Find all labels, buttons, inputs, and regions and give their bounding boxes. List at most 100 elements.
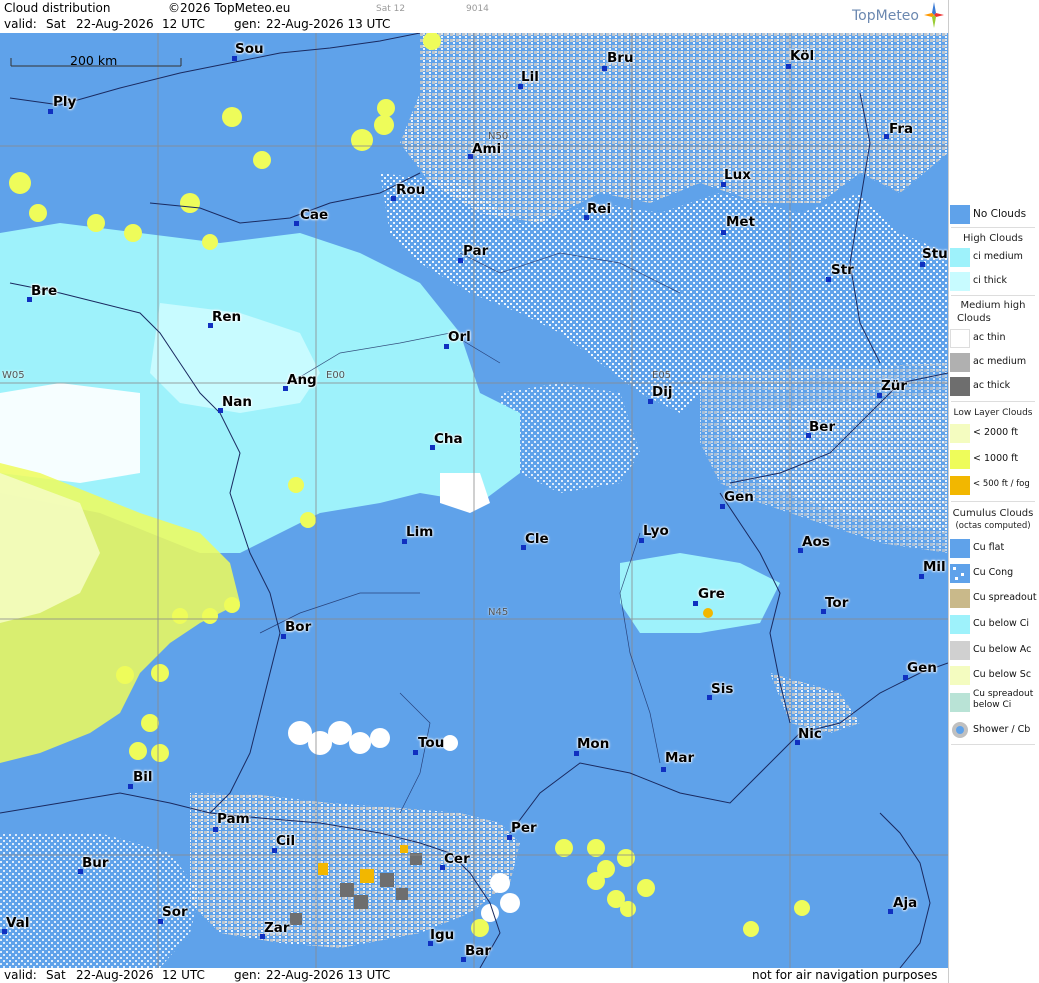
sat-label: Sat 12 (376, 4, 406, 14)
legend-divider (951, 227, 1035, 228)
city-marker (786, 64, 791, 69)
legend-swatch (950, 248, 970, 267)
legend-label: below Ci (973, 700, 1012, 710)
legend-label: No Clouds (973, 208, 1027, 220)
city-label[interactable]: Bil (133, 769, 153, 785)
city-label[interactable]: Nic (798, 726, 822, 742)
city-label[interactable]: Igu (430, 927, 454, 943)
legend-label: Cu spreadout (973, 592, 1037, 603)
legend-heading: High Clouds (963, 233, 1023, 244)
city-label[interactable]: Cae (300, 207, 328, 223)
city-label[interactable]: Zür (881, 378, 907, 394)
city-label[interactable]: Tor (825, 595, 848, 611)
legend-low-2000: < 2000 ft (949, 422, 1039, 444)
city-label[interactable]: Mon (577, 736, 609, 752)
city-label[interactable]: Gre (698, 586, 725, 602)
city-label[interactable]: Str (831, 262, 854, 278)
city-label[interactable]: Stu (922, 246, 948, 262)
legend-swatch (950, 564, 970, 583)
legend-label: ci thick (973, 275, 1007, 286)
legend-label: Cu below Sc (973, 669, 1032, 680)
city-label[interactable]: Met (726, 214, 755, 230)
city-label[interactable]: Lyo (643, 523, 669, 539)
city-label[interactable]: Orl (448, 329, 471, 345)
legend-label: ac medium (973, 356, 1027, 367)
city-label[interactable]: Cha (434, 431, 463, 447)
cloud-map[interactable]: 200 km N50 N45 W05 E00 E05 Sou Ply Lil B… (0, 33, 948, 968)
city-label[interactable]: Par (463, 243, 488, 259)
map-header: Cloud distribution ©2026 TopMeteo.eu Sat… (0, 0, 948, 33)
city-label[interactable]: Cle (525, 531, 549, 547)
city-label[interactable]: Bur (82, 855, 109, 871)
legend-ac-medium: ac medium (949, 351, 1039, 373)
map-footer: valid: Sat 22-Aug-2026 12 UTC gen: 22-Au… (0, 968, 948, 983)
city-label[interactable]: Bor (285, 619, 311, 635)
city-label[interactable]: Zar (264, 920, 290, 936)
city-label[interactable]: Ply (53, 94, 76, 110)
city-label[interactable]: Aos (802, 534, 830, 550)
city-label[interactable]: Nan (222, 394, 252, 410)
legend-ci-medium: ci medium (949, 246, 1039, 268)
legend-label: < 500 ft / fog (973, 479, 1030, 489)
footer-gen-value: 22-Aug-2026 13 UTC (266, 968, 391, 982)
legend-label: Cu Cong (973, 567, 1014, 578)
city-label[interactable]: Gen (907, 660, 937, 676)
city-label[interactable]: Cil (276, 833, 295, 849)
legend-cu-cong: Cu Cong (949, 562, 1039, 584)
scale-label: 200 km (70, 53, 118, 68)
city-label[interactable]: Fra (889, 121, 913, 137)
city-label[interactable]: Gen (724, 489, 754, 505)
city-label[interactable]: Pam (217, 811, 250, 827)
legend-heading: Cumulus Clouds (952, 508, 1034, 519)
legend-swatch (950, 693, 970, 712)
city-label[interactable]: Ber (809, 419, 835, 435)
city-label[interactable]: Bar (465, 943, 491, 959)
legend-swatch (950, 641, 970, 660)
legend-swatch (950, 589, 970, 608)
city-label[interactable]: Bru (607, 50, 634, 66)
legend-cu-spreadout: Cu spreadout (949, 587, 1039, 609)
valid-label: valid: (4, 17, 37, 31)
legend-cu-flat: Cu flat (949, 537, 1039, 559)
city-label[interactable]: Per (511, 820, 537, 836)
city-label[interactable]: Rei (587, 201, 611, 217)
legend-label: Cu below Ci (973, 618, 1030, 629)
cloud-layer (0, 33, 948, 968)
city-label[interactable]: Cer (444, 851, 470, 867)
gen-label: gen: (234, 17, 261, 31)
city-label[interactable]: Köl (790, 48, 814, 64)
city-label[interactable]: Val (6, 915, 29, 931)
city-label[interactable]: Rou (396, 182, 425, 198)
city-label[interactable]: Sis (711, 681, 733, 697)
city-label[interactable]: Sor (162, 904, 188, 920)
map-title: Cloud distribution (4, 1, 111, 15)
footer-valid-label: valid: (4, 968, 37, 982)
city-label[interactable]: Mil (923, 559, 946, 575)
city-label[interactable]: Dij (652, 384, 672, 400)
legend-label: Cu below Ac (973, 644, 1032, 655)
legend-divider (951, 295, 1035, 296)
legend-cu-below-sc: Cu below Sc (949, 664, 1039, 686)
city-label[interactable]: Lil (521, 69, 539, 85)
city-label[interactable]: Tou (418, 735, 444, 751)
city-label[interactable]: Lim (406, 524, 433, 540)
city-marker (294, 221, 299, 226)
legend-heading: (octas computed) (955, 521, 1031, 531)
city-label[interactable]: Aja (893, 895, 917, 911)
footer-gen-label: gen: (234, 968, 261, 982)
city-label[interactable]: Mar (665, 750, 694, 766)
legend-label: Cu flat (973, 542, 1005, 553)
legend-swatch (950, 666, 970, 685)
code-label: 9014 (466, 4, 489, 14)
legend-divider (951, 744, 1035, 745)
city-label[interactable]: Lux (724, 167, 751, 183)
legend-swatch (950, 476, 970, 495)
legend-swatch (950, 424, 970, 443)
city-label[interactable]: Ren (212, 309, 241, 325)
city-label[interactable]: Ami (472, 141, 501, 157)
city-label[interactable]: Bre (31, 283, 57, 299)
topmeteo-logo[interactable]: TopMeteo (852, 8, 919, 24)
city-label[interactable]: Sou (235, 41, 264, 57)
city-label[interactable]: Ang (287, 372, 317, 388)
legend-no-clouds: No Clouds (949, 203, 1039, 225)
